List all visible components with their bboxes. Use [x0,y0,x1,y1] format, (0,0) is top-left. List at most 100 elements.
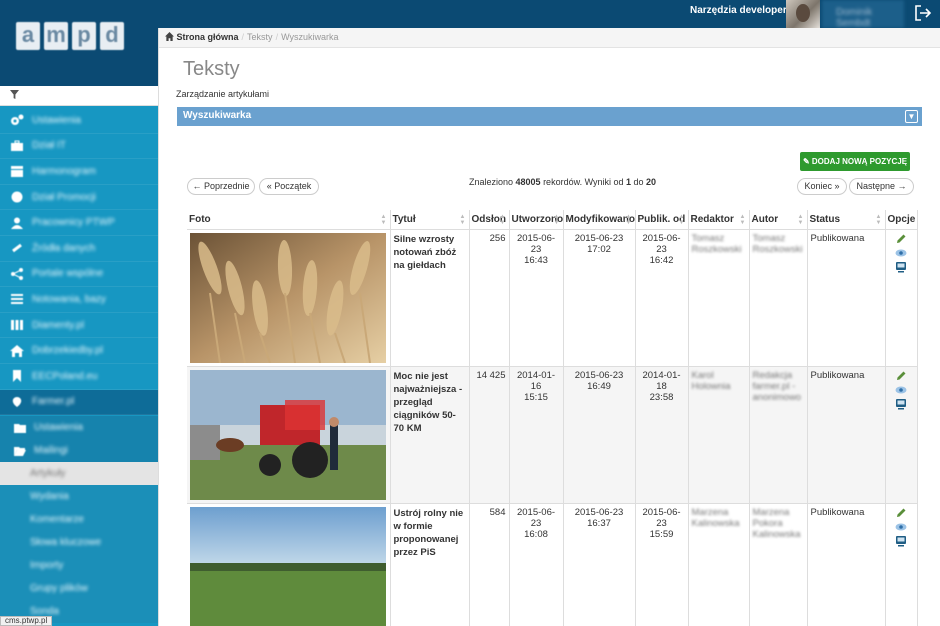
sidebar-item-label: Harmonogram [32,165,96,177]
row-title[interactable]: Silne wzrosty notowań zbóż na giełdach [390,229,470,367]
first-button[interactable]: « Początek [259,178,319,195]
sort-icon: ▲ ▼ [875,214,882,226]
row-options [885,503,918,626]
breadcrumb-item-teksty[interactable]: Teksty [247,32,273,42]
row-views: 584 [469,503,510,626]
sidebar-item-6[interactable]: Portale wspólne [0,262,158,288]
sidebar-item-label: Ustawienia [32,114,81,126]
username[interactable]: Dominik Sembdt [822,0,904,29]
status-url: cms.ptwp.pl [0,616,53,626]
sidebar-item-label: Portale wspólne [32,268,104,280]
logo[interactable]: ampd [16,22,124,50]
folder-icon [14,423,26,433]
sidebar-item-label: Źródła danych [32,242,96,254]
sidebar-item-3[interactable]: Dział Promocji [0,185,158,211]
row-editor: Tomasz Roszkowski [688,229,750,367]
row-modified: 2015-06-23 16:49 [563,366,636,504]
row-status: Publikowana [807,503,886,626]
eye-icon[interactable] [895,384,907,396]
column-header-3[interactable]: Utworzono ▲ ▼ [509,210,564,230]
table-row: Silne wzrosty notowań zbóż na giełdach 25… [187,229,918,367]
breadcrumb-item-search: Wyszukiwarka [281,32,339,42]
row-photo[interactable] [187,503,391,626]
chevron-down-icon[interactable]: ▼ [905,110,918,123]
submenu-item-1[interactable]: Mailingi [0,439,158,462]
menu-filter-input[interactable] [0,86,158,106]
preview-icon[interactable] [895,398,907,410]
row-modified: 2015-06-23 17:02 [563,229,636,367]
logo-area: ampd [0,0,158,86]
row-photo[interactable] [187,366,391,504]
prev-button[interactable]: ← Poprzednie [187,178,255,195]
column-header-4[interactable]: Modyfikowano ▲ ▼ [563,210,636,230]
sort-icon: ▲ ▼ [797,214,804,226]
home-icon [165,32,174,41]
row-published: 2015-06-23 16:42 [635,229,689,367]
row-modified: 2015-06-23 16:37 [563,503,636,626]
submenu-item-label: Mailingi [34,445,68,456]
sidebar-item-2[interactable]: Harmonogram [0,159,158,185]
sidebar-item-1[interactable]: Dział IT [0,134,158,160]
submenu-leaf-2[interactable]: Komentarze [0,508,158,531]
logo-letter: p [72,22,96,50]
column-header-2[interactable]: Odsłon ▲ ▼ [469,210,510,230]
submenu-item-0[interactable]: Ustawienia [0,416,158,439]
row-published: 2014-01-18 23:58 [635,366,689,504]
column-header-8[interactable]: Status ▲ ▼ [807,210,886,230]
row-author: Redakcja farmer.pl - anonimowo [749,366,808,504]
column-header-1[interactable]: Tytuł ▲ ▼ [390,210,470,230]
link-icon [10,242,24,254]
edit-icon[interactable] [895,370,907,382]
submenu-leaf-4[interactable]: Importy [0,554,158,577]
submenu-leaf-label: Artykuły [30,468,66,479]
breadcrumb-home[interactable]: Strona główna [177,32,239,42]
sidebar-item-label: Pracownicy PTWP [32,217,115,229]
row-photo[interactable] [187,229,391,367]
sidebar: ampd Ustawienia Dział IT Harmonogram Dział … [0,0,158,626]
sidebar-item-8[interactable]: Diamenty.pl [0,313,158,339]
eye-icon[interactable] [895,521,907,533]
preview-icon[interactable] [895,261,907,273]
sidebar-item-label: Farmer.pl [32,396,75,408]
submenu-leaf-0[interactable]: Artykuły [0,462,158,485]
search-panel-header[interactable]: Wyszukiwarka ▼ [177,107,922,126]
sidebar-item-9[interactable]: Dobrzekiedby.pl [0,338,158,364]
sidebar-item-7[interactable]: Notowania, bazy [0,287,158,313]
sidebar-item-label: Notowania, bazy [32,293,106,305]
eye-icon[interactable] [895,247,907,259]
column-header-5[interactable]: Publik. od ▲ ▼ [635,210,689,230]
globe-icon [10,191,24,203]
breadcrumb: Strona główna / Teksty / Wyszukiwarka [159,28,940,48]
preview-icon[interactable] [895,535,907,547]
sidebar-item-11[interactable]: Farmer.pl [0,389,158,416]
row-status: Publikowana [807,229,886,367]
home-icon [10,344,24,357]
next-button[interactable]: Następne → [849,178,914,195]
sidebar-item-label: Dobrzekiedby.pl [32,345,103,357]
logout-icon[interactable] [914,4,932,22]
sidebar-item-4[interactable]: Pracownicy PTWP [0,210,158,236]
row-options [885,366,918,504]
avatar[interactable] [786,0,820,28]
row-status: Publikowana [807,366,886,504]
sort-icon: ▲ ▼ [499,214,506,226]
row-title[interactable]: Moc nie jest najważniejsza - przegląd ci… [390,366,470,504]
main-content: Strona główna / Teksty / Wyszukiwarka Teksty… [158,28,940,626]
sidebar-item-0[interactable]: Ustawienia [0,108,158,134]
end-button[interactable]: Koniec » [797,178,847,195]
submenu-leaf-5[interactable]: Grupy plików [0,577,158,600]
sidebar-item-10[interactable]: EECPoland.eu [0,364,158,390]
sidebar-item-5[interactable]: Źródła danych [0,236,158,262]
column-header-0[interactable]: Foto ▲ ▼ [187,210,391,230]
submenu-leaf-3[interactable]: Słowa kluczowe [0,531,158,554]
column-header-6[interactable]: Redaktor ▲ ▼ [688,210,750,230]
articles-table: Foto ▲ ▼ Tytuł ▲ ▼ Odsłon ▲ ▼ Utworzono ▲ ▼ Modyfiko… [187,210,918,626]
row-title[interactable]: Ustrój rolny nie w formie proponowanej p… [390,503,470,626]
column-header-7[interactable]: Autor ▲ ▼ [749,210,808,230]
edit-icon[interactable] [895,507,907,519]
edit-icon[interactable] [895,233,907,245]
row-created: 2015-06-23 16:43 [509,229,564,367]
submenu-leaf-label: Komentarze [30,514,84,525]
add-new-button[interactable]: ✎ DODAJ NOWĄ POZYCJĘ [800,152,910,171]
submenu-leaf-1[interactable]: Wydania [0,485,158,508]
